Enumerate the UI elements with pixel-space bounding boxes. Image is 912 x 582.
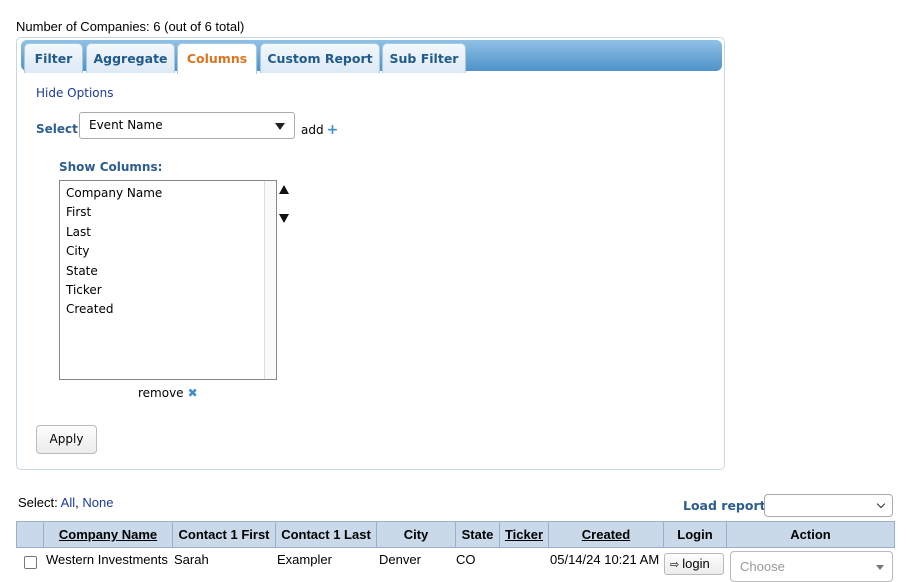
tab-filter[interactable]: Filter [24, 43, 83, 73]
dropdown-caret-icon [275, 123, 285, 130]
select-all-link[interactable]: All [61, 495, 75, 510]
list-item[interactable]: State [66, 264, 98, 278]
select-all-label: Select: [18, 495, 58, 510]
cell-first: Sarah [174, 552, 209, 567]
show-columns-list[interactable]: Company Name First Last City State Ticke… [59, 180, 277, 380]
header-company-name[interactable]: Company Name [43, 522, 172, 547]
options-panel: Filter Aggregate Columns Custom Report S… [16, 37, 725, 470]
select-label: Select: [36, 122, 83, 136]
header-action: Action [726, 522, 894, 547]
column-select-value: Event Name [89, 118, 163, 132]
row-checkbox[interactable] [24, 556, 37, 569]
header-contact-first: Contact 1 First [172, 522, 275, 547]
chevron-down-icon [876, 499, 886, 509]
list-item[interactable]: Company Name [66, 186, 162, 200]
header-city: City [376, 522, 455, 547]
table-header: Company Name Contact 1 First Contact 1 L… [16, 521, 895, 548]
remove-label: remove [138, 386, 184, 400]
hide-options-link[interactable]: Hide Options [36, 86, 113, 100]
table-row: Western Investments Sarah Exampler Denve… [16, 548, 895, 582]
header-ticker[interactable]: Ticker [499, 522, 548, 547]
plus-icon: + [326, 122, 339, 138]
remove-x-icon: ✖ [187, 386, 198, 400]
tab-bar: Filter Aggregate Columns Custom Report S… [21, 40, 722, 74]
tab-custom-report[interactable]: Custom Report [260, 43, 380, 73]
cell-created: 05/14/24 10:21 AM [550, 552, 660, 567]
apply-button[interactable]: Apply [36, 425, 97, 454]
select-separator: , [75, 495, 79, 510]
load-report-label: Load report: [683, 498, 771, 513]
tab-sub-filter[interactable]: Sub Filter [382, 43, 466, 73]
cell-city: Denver [379, 552, 421, 567]
list-item[interactable]: City [66, 244, 90, 258]
company-count: Number of Companies: 6 (out of 6 total) [16, 19, 245, 34]
header-contact-last: Contact 1 Last [275, 522, 376, 547]
cell-last: Exampler [277, 552, 332, 567]
action-select[interactable]: Choose [730, 551, 893, 582]
move-down-icon[interactable] [279, 214, 289, 223]
list-item[interactable]: Ticker [66, 283, 102, 297]
dropdown-caret-icon [876, 565, 884, 570]
list-item[interactable]: Created [66, 302, 114, 316]
add-column-button[interactable]: add + [301, 122, 338, 138]
login-arrow-icon: ⇨ [670, 559, 680, 571]
list-scrollbar[interactable] [264, 181, 276, 379]
login-button[interactable]: ⇨ login [664, 553, 724, 575]
show-columns-label: Show Columns: [59, 160, 163, 174]
login-label: login [682, 556, 710, 571]
header-login: Login [663, 522, 726, 547]
tab-aggregate[interactable]: Aggregate [86, 43, 175, 73]
list-item[interactable]: Last [66, 225, 91, 239]
select-none-link[interactable]: None [82, 495, 113, 510]
cell-company: Western Investments [46, 552, 168, 567]
cell-state: CO [456, 552, 476, 567]
column-select[interactable]: Event Name [79, 112, 295, 139]
action-placeholder: Choose [740, 559, 785, 574]
move-up-icon[interactable] [279, 185, 289, 194]
select-all-none: Select: All, None [18, 495, 113, 510]
add-label: add [301, 123, 324, 137]
list-item[interactable]: First [66, 205, 91, 219]
remove-column-button[interactable]: remove ✖ [138, 386, 198, 400]
header-checkbox-col [17, 522, 43, 547]
header-state: State [455, 522, 499, 547]
tab-columns[interactable]: Columns [177, 43, 257, 74]
header-created[interactable]: Created [548, 522, 663, 547]
load-report-select[interactable] [764, 494, 893, 517]
